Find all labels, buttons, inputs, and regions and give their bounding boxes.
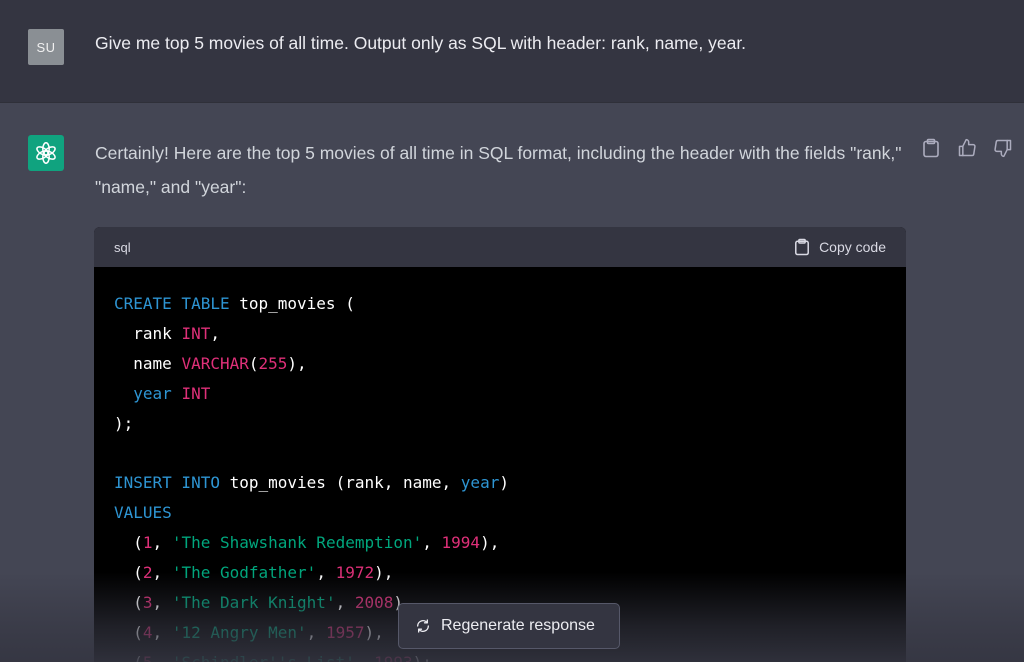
code-token: ( — [114, 563, 143, 583]
code-token: name — [114, 353, 182, 373]
thumbs-up-icon[interactable] — [956, 137, 978, 159]
code-token: , — [306, 622, 326, 642]
code-block: sql Copy code CREATE TABLE top_movies ( … — [94, 227, 906, 662]
message-actions — [920, 137, 1014, 159]
code-line: VALUES — [114, 498, 886, 528]
code-token: , — [335, 592, 355, 612]
code-language-label: sql — [114, 239, 131, 255]
code-token: 'The Shawshank Redemption' — [171, 533, 423, 553]
code-token: , — [355, 653, 374, 662]
code-token: 1957 — [325, 622, 365, 642]
code-token: 1994 — [441, 533, 481, 553]
code-token: ( — [114, 622, 143, 642]
regenerate-label: Regenerate response — [441, 617, 595, 634]
code-token: ), — [364, 622, 384, 642]
chatgpt-logo-icon — [28, 135, 64, 171]
code-token: year — [460, 473, 500, 493]
assistant-message-text: Certainly! Here are the top 5 movies of … — [95, 143, 902, 197]
refresh-icon — [417, 619, 429, 633]
code-token: 1 — [142, 533, 153, 553]
clipboard-icon — [795, 238, 810, 256]
code-line: year INT — [114, 379, 886, 409]
code-token: 5 — [143, 653, 153, 662]
code-token: ), — [480, 533, 500, 553]
assistant-message-row: Certainly! Here are the top 5 movies of … — [0, 103, 1024, 662]
code-token: INT — [181, 383, 211, 403]
code-line: CREATE TABLE top_movies ( — [114, 289, 886, 319]
code-line: (1, 'The Shawshank Redemption', 1994), — [114, 528, 886, 558]
code-block-header: sql Copy code — [94, 227, 906, 267]
code-token: top_movies ( — [229, 294, 355, 313]
code-token: 'The Dark Knight' — [171, 592, 336, 612]
code-token: , — [152, 622, 172, 642]
code-token: '12 Angry Men' — [171, 622, 307, 642]
user-message-row: SU Give me top 5 movies of all time. Out… — [0, 0, 1024, 103]
code-token: 4 — [142, 622, 153, 642]
code-token: rank — [114, 323, 182, 343]
user-avatar: SU — [28, 29, 64, 65]
code-token: VARCHAR — [181, 353, 249, 373]
code-token: CREATE TABLE — [114, 294, 230, 313]
code-token: 2008 — [354, 592, 394, 612]
code-token: 1972 — [335, 563, 375, 583]
code-token: VALUES — [114, 503, 172, 523]
code-token: , — [210, 323, 220, 343]
clipboard-icon[interactable] — [920, 137, 942, 159]
code-token: , — [153, 653, 172, 662]
code-token: ( — [114, 592, 143, 612]
code-token: INT — [181, 323, 211, 343]
code-token: , — [316, 563, 336, 583]
code-token: top_movies (rank, name, — [219, 473, 461, 493]
user-message-text: Give me top 5 movies of all time. Output… — [95, 33, 747, 53]
code-line: (5, 'Schindler''s List', 1993); — [114, 648, 886, 662]
regenerate-response-button[interactable]: Regenerate response — [398, 603, 620, 649]
copy-code-label: Copy code — [819, 239, 886, 255]
code-token: ); — [114, 413, 134, 433]
code-token: , — [152, 592, 172, 612]
code-line: ); — [114, 409, 886, 439]
code-token: , — [422, 533, 442, 553]
code-token: 'The Godfather' — [171, 563, 317, 583]
code-line: INSERT INTO top_movies (rank, name, year… — [114, 468, 886, 498]
code-token: , — [152, 563, 172, 583]
code-token: ) — [499, 473, 509, 493]
code-token: ), — [374, 563, 394, 583]
code-token: 'Schindler''s List' — [172, 653, 355, 662]
code-token: 2 — [142, 563, 153, 583]
code-token: ), — [287, 353, 307, 373]
code-token: 255 — [258, 353, 288, 373]
code-token: INSERT INTO — [114, 473, 220, 493]
code-token: 3 — [142, 592, 153, 612]
code-token: year — [133, 383, 172, 403]
code-token: 1993 — [374, 653, 413, 662]
copy-code-button[interactable]: Copy code — [794, 238, 886, 256]
code-line: rank INT, — [114, 319, 886, 349]
code-token: ( — [114, 533, 143, 553]
code-token: ); — [413, 653, 432, 662]
code-line: (2, 'The Godfather', 1972), — [114, 558, 886, 588]
code-token: , — [152, 533, 172, 553]
code-line: name VARCHAR(255), — [114, 349, 886, 379]
code-token: ( — [248, 353, 259, 373]
code-token: ( — [114, 653, 143, 662]
thumbs-down-icon[interactable] — [992, 137, 1014, 159]
